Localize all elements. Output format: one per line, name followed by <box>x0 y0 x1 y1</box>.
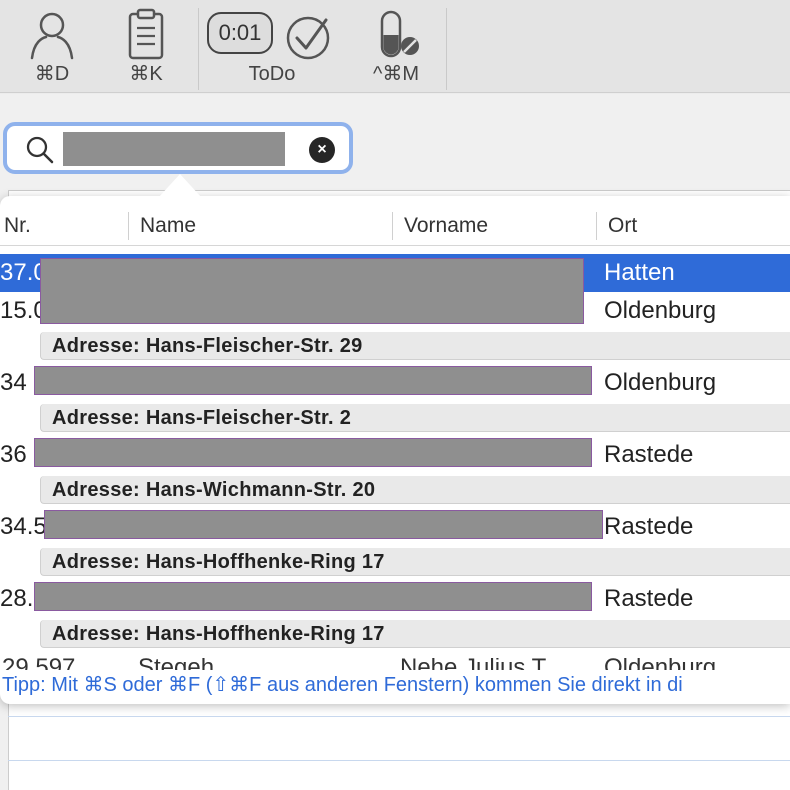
check-button[interactable] <box>278 8 338 90</box>
checkmark-circle-icon <box>286 16 330 60</box>
timer-value: 0:01 <box>218 20 262 45</box>
toolbar-separator <box>446 8 447 90</box>
clipboard-icon <box>128 8 164 60</box>
background-row-line <box>8 716 790 717</box>
cell-ort: Hatten <box>604 259 675 286</box>
search-field[interactable]: × <box>3 122 353 174</box>
medication-icon <box>380 10 419 58</box>
redacted-names <box>44 510 603 539</box>
contact-button[interactable]: ⌘D <box>16 8 88 90</box>
tip-text: Tipp: Mit ⌘S oder ⌘F (⇧⌘F aus anderen Fe… <box>2 674 683 696</box>
cell-nr: 29.597 <box>2 658 75 670</box>
clipboard-shortcut: ⌘K <box>129 63 163 85</box>
redacted-names <box>34 438 592 467</box>
todo-timer-button[interactable]: 0:01 ToDo <box>204 8 295 90</box>
popover-arrow <box>158 174 202 198</box>
background-row-line <box>8 760 790 761</box>
column-header-vorname[interactable]: Vorname <box>404 206 488 246</box>
redacted-names <box>34 366 592 395</box>
column-header-nr[interactable]: Nr. <box>4 206 31 246</box>
column-divider <box>392 212 393 240</box>
redacted-names <box>40 258 584 324</box>
clipboard-button[interactable]: ⌘K <box>110 8 182 90</box>
close-icon: × <box>317 141 327 158</box>
cell-ort: Oldenburg <box>604 297 717 324</box>
search-results-popover: Nr. Name Vorname Ort 37.0 Hatten 15.0 Ol… <box>0 196 790 704</box>
toolbar-separator <box>198 8 199 90</box>
cell-ort: Oldenburg <box>604 658 716 670</box>
person-icon <box>30 12 74 60</box>
cell-ort: Rastede <box>604 585 694 612</box>
cell-ort: Oldenburg <box>604 369 717 396</box>
contact-shortcut: ⌘D <box>34 63 70 85</box>
address-row: Adresse: Hans-Fleischer-Str. 29 <box>40 332 790 360</box>
redacted-names <box>34 582 592 611</box>
address-row: Adresse: Hans-Hoffhenke-Ring 17 <box>40 548 790 576</box>
table-header: Nr. Name Vorname Ort <box>0 206 790 246</box>
column-divider <box>128 212 129 240</box>
address-row: Adresse: Hans-Wichmann-Str. 20 <box>40 476 790 504</box>
cell-ort: Rastede <box>604 513 694 540</box>
column-divider <box>596 212 597 240</box>
timer-icon: 0:01 <box>207 12 273 54</box>
cell-vorname: Nehe Julius T. <box>400 658 550 670</box>
cell-name: Stegeh <box>138 658 214 670</box>
medication-shortcut: ^⌘M <box>372 63 420 85</box>
address-row: Adresse: Hans-Hoffhenke-Ring 17 <box>40 620 790 648</box>
address-row: Adresse: Hans-Fleischer-Str. 2 <box>40 404 790 432</box>
clear-search-button[interactable]: × <box>309 137 335 163</box>
search-input-redacted[interactable] <box>63 132 285 166</box>
column-header-ort[interactable]: Ort <box>608 206 637 246</box>
search-icon <box>26 136 54 164</box>
cell-ort: Rastede <box>604 441 694 468</box>
column-header-name[interactable]: Name <box>140 206 196 246</box>
table-row-partial[interactable]: 29.597 Stegeh Nehe Julius T. Oldenburg <box>0 658 790 670</box>
toolbar: ⌘D ⌘K 0:01 ToDo ^⌘M <box>0 0 790 93</box>
medication-button[interactable]: ^⌘M <box>360 8 432 90</box>
